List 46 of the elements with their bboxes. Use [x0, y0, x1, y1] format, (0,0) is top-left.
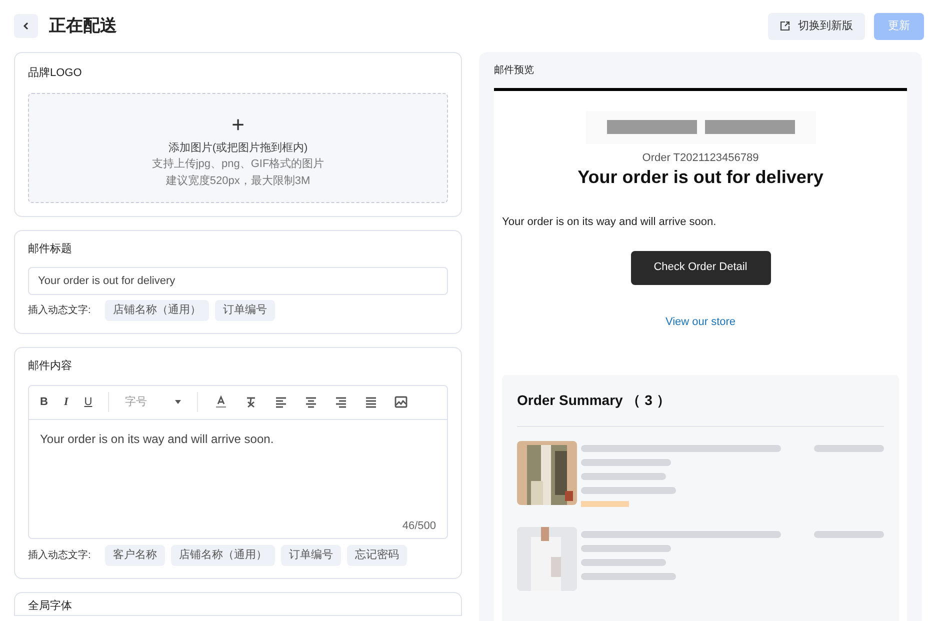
blurred-text [814, 445, 884, 452]
align-center-icon[interactable] [304, 395, 318, 409]
justify-icon[interactable] [364, 395, 378, 409]
summary-title: Order Summary （ 3 ） [517, 390, 884, 428]
insert-tag[interactable]: 订单编号 [280, 544, 341, 566]
character-counter: 46/500 [402, 519, 436, 534]
section-title: 邮件内容 [28, 358, 73, 374]
upload-hint: 支持上传jpg、png、GIF格式的图片 [152, 157, 324, 172]
email-body: Your order is on its way and will arrive soon. [502, 215, 716, 230]
align-left-icon[interactable] [274, 395, 288, 409]
store-link[interactable]: View our store [665, 314, 736, 330]
bold-button[interactable]: B [40, 394, 48, 410]
back-button[interactable] [14, 14, 38, 38]
insert-tag[interactable]: 店铺名称（通用） [104, 300, 209, 321]
upload-area[interactable]: + 添加图片(或把图片拖到框内) 支持上传jpg、png、GIF格式的图片 建议宽度520px，最大限制3M [28, 92, 448, 202]
section-title: 全局字体 [28, 600, 73, 612]
upload-label: 添加图片(或把图片拖到框内) [168, 140, 308, 156]
caret-icon [175, 400, 182, 404]
upload-hint: 建议宽度520px，最大限制3M [166, 174, 310, 189]
italic-button[interactable]: I [64, 394, 68, 410]
blurred-text [814, 531, 884, 538]
editor-text: Your order is on its way and will arrive soon. [40, 430, 275, 448]
text-color-icon[interactable] [214, 395, 228, 409]
subject-field[interactable]: Your order is out for delivery [28, 267, 448, 295]
insert-tag[interactable]: 店铺名称（通用） [170, 544, 275, 566]
underline-button[interactable]: U [84, 394, 92, 410]
page-title: 正在配送 [49, 15, 117, 38]
insert-label: 插入动态文字: [28, 304, 91, 318]
email-heading: Your order is out for delivery [578, 166, 824, 188]
order-number: Order T2021123456789 [642, 150, 759, 166]
insert-tag[interactable]: 订单编号 [214, 300, 275, 321]
plus-icon: + [232, 114, 244, 136]
insert-tag[interactable]: 忘记密码 [346, 544, 407, 566]
external-link-icon [780, 21, 790, 31]
section-title: 品牌LOGO [28, 66, 83, 81]
section-title: 邮件标题 [28, 242, 73, 256]
rich-text-editor[interactable]: B I U 字号 Your order is on its way and will arrive soon. 46/500 [28, 384, 448, 538]
section-title: 邮件预览 [494, 64, 535, 78]
check-order-button[interactable]: Check Order Detail [630, 250, 770, 285]
align-right-icon[interactable] [334, 395, 348, 409]
image-icon[interactable] [394, 395, 408, 409]
blurred-tag [581, 501, 629, 508]
back-icon [21, 21, 31, 31]
insert-label: 插入动态文字: [28, 548, 91, 562]
insert-tag[interactable]: 客户名称 [104, 544, 165, 566]
switch-version-button[interactable]: 切换到新版 [768, 12, 865, 40]
